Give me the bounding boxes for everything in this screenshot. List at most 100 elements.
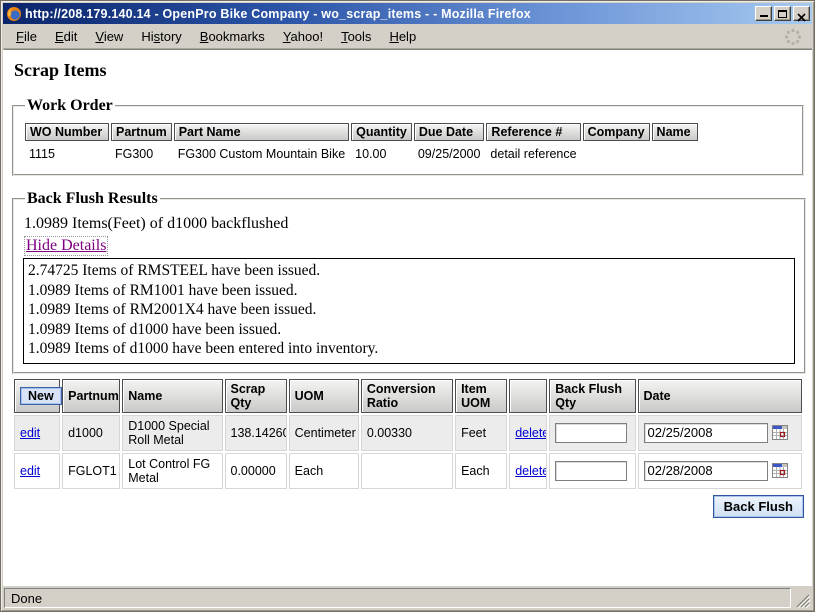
col-due-date: Due Date — [414, 123, 485, 141]
col-back-flush-qty: Back Flush Qty — [549, 379, 635, 413]
maximize-icon — [778, 10, 787, 18]
minimize-button[interactable] — [755, 6, 772, 21]
wo-part-name-value: FG300 Custom Mountain Bike — [174, 143, 349, 162]
back-flush-qty-cell — [549, 453, 635, 489]
backflush-detail-line: 1.0989 Items of d1000 have been entered … — [28, 339, 790, 359]
uom-value: Each — [289, 453, 359, 489]
menu-edit[interactable]: Edit — [46, 25, 86, 48]
wo-quantity-value: 10.00 — [351, 143, 412, 162]
conversion-ratio-value — [361, 453, 453, 489]
maximize-button[interactable] — [774, 6, 791, 21]
menu-file[interactable]: File — [7, 25, 46, 48]
col-item-uom: Item UOM — [455, 379, 507, 413]
conversion-ratio-value: 0.00330 — [361, 415, 453, 451]
menu-view[interactable]: View — [86, 25, 132, 48]
close-button[interactable] — [793, 6, 810, 21]
backflush-results-fieldset: Back Flush Results 1.0989 Items(Feet) of… — [12, 190, 806, 374]
edit-link[interactable]: edit — [20, 464, 40, 478]
date-cell — [638, 415, 803, 451]
status-text: Done — [4, 588, 791, 608]
delete-cell: delete — [509, 415, 547, 451]
wo-number-value: 1115 — [25, 143, 109, 162]
throbber-icon — [784, 28, 802, 51]
scrap-row-1: edit d1000 D1000 Special Roll Metal 138.… — [14, 415, 802, 451]
backflush-summary: 1.0989 Items(Feet) of d1000 backflushed — [24, 215, 795, 233]
name-value: Lot Control FG Metal — [122, 453, 222, 489]
delete-cell: delete — [509, 453, 547, 489]
col-scrap-qty: Scrap Qty — [225, 379, 287, 413]
edit-cell: edit — [14, 453, 60, 489]
delete-link[interactable]: delete — [515, 464, 547, 478]
work-order-legend: Work Order — [25, 97, 115, 115]
col-conversion-ratio: Conversion Ratio — [361, 379, 453, 413]
page-title: Scrap Items — [14, 60, 802, 81]
calendar-icon[interactable] — [772, 425, 788, 440]
page-content: Scrap Items Work Order WO Number Partnum… — [3, 49, 812, 586]
wo-name-value — [652, 143, 698, 162]
partnum-value: d1000 — [62, 415, 120, 451]
resize-grip-icon[interactable] — [793, 588, 810, 608]
scrap-qty-value: 138.14260 — [225, 415, 287, 451]
menu-bookmarks[interactable]: Bookmarks — [191, 25, 274, 48]
wo-company-value — [583, 143, 650, 162]
menu-bar: File Edit View History Bookmarks Yahoo! … — [3, 24, 812, 49]
back-flush-qty-input[interactable] — [555, 423, 627, 443]
col-name: Name — [652, 123, 698, 141]
back-flush-button[interactable]: Back Flush — [713, 495, 804, 518]
backflush-detail-line: 2.74725 Items of RMSTEEL have been issue… — [28, 261, 790, 281]
title-bar[interactable]: http://208.179.140.14 - OpenPro Bike Com… — [3, 3, 812, 24]
menu-yahoo[interactable]: Yahoo! — [274, 25, 332, 48]
work-order-fieldset: Work Order WO Number Partnum Part Name Q… — [12, 97, 804, 176]
backflush-details-box: 2.74725 Items of RMSTEEL have been issue… — [23, 258, 795, 364]
hide-details-link[interactable]: Hide Details — [24, 236, 108, 256]
backflush-detail-line: 1.0989 Items of RM1001 have been issued. — [28, 281, 790, 301]
scrap-items-table: New Partnum Name Scrap Qty UOM Conversio… — [12, 377, 804, 491]
col-date: Date — [638, 379, 803, 413]
new-header-cell: New — [14, 379, 60, 413]
new-button[interactable]: New — [20, 387, 62, 405]
delete-link[interactable]: delete — [515, 426, 547, 440]
scrap-qty-value: 0.00000 — [225, 453, 287, 489]
menu-history[interactable]: History — [132, 25, 190, 48]
scrap-header-row: New Partnum Name Scrap Qty UOM Conversio… — [14, 379, 802, 413]
col-uom: UOM — [289, 379, 359, 413]
firefox-icon — [6, 6, 22, 22]
uom-value: Centimeter — [289, 415, 359, 451]
edit-cell: edit — [14, 415, 60, 451]
backflush-detail-line: 1.0989 Items of d1000 have been issued. — [28, 320, 790, 340]
wo-reference-value: detail reference — [486, 143, 580, 162]
col-company: Company — [583, 123, 650, 141]
date-cell — [638, 453, 803, 489]
status-bar: Done — [3, 586, 812, 609]
back-flush-qty-cell — [549, 415, 635, 451]
back-flush-qty-input[interactable] — [555, 461, 627, 481]
menu-tools[interactable]: Tools — [332, 25, 380, 48]
backflush-detail-line: 1.0989 Items of RM2001X4 have been issue… — [28, 300, 790, 320]
date-input[interactable] — [644, 461, 768, 481]
col-delete — [509, 379, 547, 413]
menu-help[interactable]: Help — [380, 25, 425, 48]
col-part-name: Part Name — [174, 123, 349, 141]
name-value: D1000 Special Roll Metal — [122, 415, 222, 451]
edit-link[interactable]: edit — [20, 426, 40, 440]
minimize-icon — [760, 15, 768, 17]
partnum-value: FGLOT1 — [62, 453, 120, 489]
item-uom-value: Each — [455, 453, 507, 489]
item-uom-value: Feet — [455, 415, 507, 451]
backflush-results-legend: Back Flush Results — [25, 190, 160, 208]
col-partnum: Partnum — [111, 123, 172, 141]
work-order-table: WO Number Partnum Part Name Quantity Due… — [23, 121, 700, 164]
wo-due-date-value: 09/25/2000 — [414, 143, 485, 162]
col-quantity: Quantity — [351, 123, 412, 141]
work-order-row: 1115 FG300 FG300 Custom Mountain Bike 10… — [25, 143, 698, 162]
browser-window: http://208.179.140.14 - OpenPro Bike Com… — [0, 0, 815, 612]
work-order-header-row: WO Number Partnum Part Name Quantity Due… — [25, 123, 698, 141]
date-input[interactable] — [644, 423, 768, 443]
col-reference: Reference # — [486, 123, 580, 141]
calendar-icon[interactable] — [772, 463, 788, 478]
window-title: http://208.179.140.14 - OpenPro Bike Com… — [25, 7, 752, 21]
col-name: Name — [122, 379, 222, 413]
col-wo-number: WO Number — [25, 123, 109, 141]
wo-partnum-value: FG300 — [111, 143, 172, 162]
col-partnum: Partnum — [62, 379, 120, 413]
